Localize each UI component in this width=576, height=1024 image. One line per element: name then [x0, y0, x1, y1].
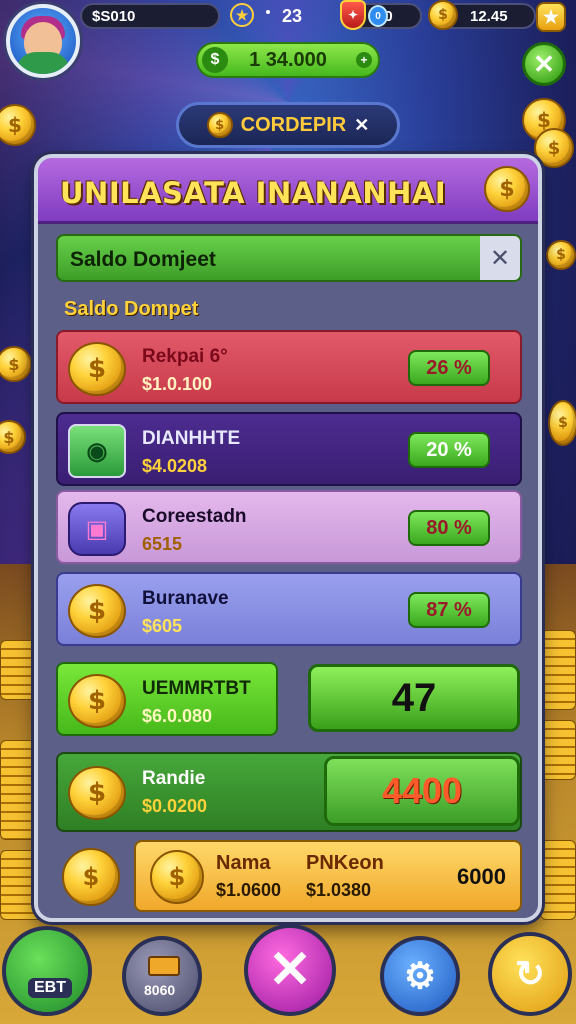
gold-name-2: PNKeon — [306, 852, 384, 874]
coin-decoration-icon: $ — [546, 240, 576, 270]
row-amount: 6515 — [142, 534, 183, 554]
green-reward-card[interactable]: $ UEMMRTBT $6.0.080 — [56, 662, 278, 736]
row-percent[interactable]: 20 % — [408, 432, 490, 468]
dot-separator — [266, 10, 270, 14]
row-name: Buranave — [142, 588, 229, 609]
gem-icon: 0 — [368, 5, 388, 27]
section-label: Saldo Dompet — [64, 298, 199, 320]
currency-value: 1 34.000 — [249, 48, 327, 71]
wallet-panel: UNILASATA INANANHAI $ Saldo Domjeet ✕ Sa… — [34, 154, 542, 922]
close-icon[interactable]: ✕ — [522, 42, 566, 86]
row-amount: $4.0208 — [142, 456, 208, 476]
ticket-icon — [148, 956, 180, 976]
nav-home-button[interactable]: EBT — [2, 926, 92, 1016]
panel-title: UNILASATA INANANHAI — [60, 176, 447, 210]
coin-stack-icon — [540, 630, 576, 710]
gold-value: 6000 — [457, 864, 506, 889]
shield-icon: ✦ — [340, 0, 366, 30]
coin-stack-icon — [540, 720, 576, 780]
trophy-icon[interactable]: ★ — [230, 3, 254, 27]
random-value: 4400 — [381, 770, 463, 811]
wallet-balance-field[interactable]: Saldo Domjeet ✕ — [56, 234, 522, 282]
claim-button[interactable]: 47 — [308, 664, 520, 732]
card-name: UEMMRTBT — [142, 678, 251, 699]
wallet-row[interactable]: $ Buranave $605 87 % — [56, 572, 522, 646]
coin-icon: $ — [68, 584, 126, 638]
nav-tickets-label: 8060 — [144, 982, 176, 998]
currency-pill[interactable]: $ 1 34.000 + — [196, 42, 380, 78]
row-name: Coreestadn — [142, 506, 247, 527]
balance-value: $S010 — [92, 7, 136, 25]
coin-icon: $ — [484, 166, 530, 212]
nav-close-button[interactable]: ✕ — [244, 924, 336, 1016]
top-bar: $S010 ★ 23 60 ✦ 0 12.45 $ ★ — [0, 0, 576, 34]
add-icon: $ — [202, 47, 228, 73]
coin-decoration-icon: $ — [534, 128, 574, 168]
coin-icon: $ — [68, 342, 126, 396]
treasure-chest-icon: ▣ — [68, 502, 126, 556]
card-amount: $6.0.080 — [142, 706, 213, 726]
row-name: Rekpai 6° — [142, 346, 228, 367]
panel-header: UNILASATA INANANHAI $ — [38, 158, 538, 224]
banner-close-icon[interactable]: ✕ — [354, 115, 369, 136]
add-small-icon: + — [356, 52, 372, 68]
coin-icon: $ — [68, 766, 126, 820]
coin-stack-icon — [540, 840, 576, 920]
wallet-row[interactable]: ▣ Coreestadn 6515 80 % — [56, 490, 522, 564]
claim-value: 47 — [391, 675, 437, 720]
gold-amount-2: $1.0380 — [306, 880, 372, 900]
nav-settings-button[interactable]: ⚙ — [380, 936, 460, 1016]
star-button-icon[interactable]: ★ — [536, 2, 566, 32]
row-percent[interactable]: 80 % — [408, 510, 490, 546]
level-value: 23 — [282, 6, 303, 26]
card-name: Randie — [142, 768, 206, 789]
row-percent[interactable]: 87 % — [408, 592, 490, 628]
nav-tickets-button[interactable]: 8060 — [122, 936, 202, 1016]
row-percent[interactable]: 26 % — [408, 350, 490, 386]
gold-amount-1: $1.0600 — [216, 880, 282, 900]
coins-value: 12.45 — [470, 7, 508, 25]
row-name: DIANHHTE — [142, 428, 241, 449]
row-amount: $1.0.100 — [142, 374, 213, 394]
coin-icon: $ — [68, 674, 126, 728]
banner-tab[interactable]: $ CORDEPIR ✕ — [176, 102, 400, 148]
nav-profile-button[interactable]: ↻ — [488, 932, 572, 1016]
balance-pill: $S010 — [80, 3, 220, 29]
clear-icon[interactable]: ✕ — [480, 236, 520, 280]
coin-icon: $ — [150, 850, 204, 904]
wallet-row[interactable]: $ Rekpai 6° $1.0.100 26 % — [56, 330, 522, 404]
player-avatar[interactable] — [6, 4, 80, 78]
gold-reward-card[interactable]: $ Nama PNKeon $1.0600 $1.0380 6000 — [134, 840, 522, 912]
coin-decoration-icon: $ — [548, 400, 576, 446]
badge-coin-icon: $ — [62, 848, 120, 906]
card-amount: $0.0200 — [142, 796, 208, 816]
wallet-row[interactable]: ◉ DIANHHTE $4.0208 20 % — [56, 412, 522, 486]
dragon-icon: ◉ — [68, 424, 126, 478]
nav-home-label: EBT — [28, 978, 72, 998]
coin-icon: $ — [206, 112, 233, 138]
banner-label: CORDEPIR — [240, 113, 347, 136]
row-amount: $605 — [142, 616, 183, 636]
random-value-button[interactable]: 4400 — [324, 756, 520, 826]
wallet-balance-label: Saldo Domjeet — [70, 248, 216, 271]
gold-name-1: Nama — [216, 852, 271, 874]
coin-icon: $ — [428, 0, 458, 30]
